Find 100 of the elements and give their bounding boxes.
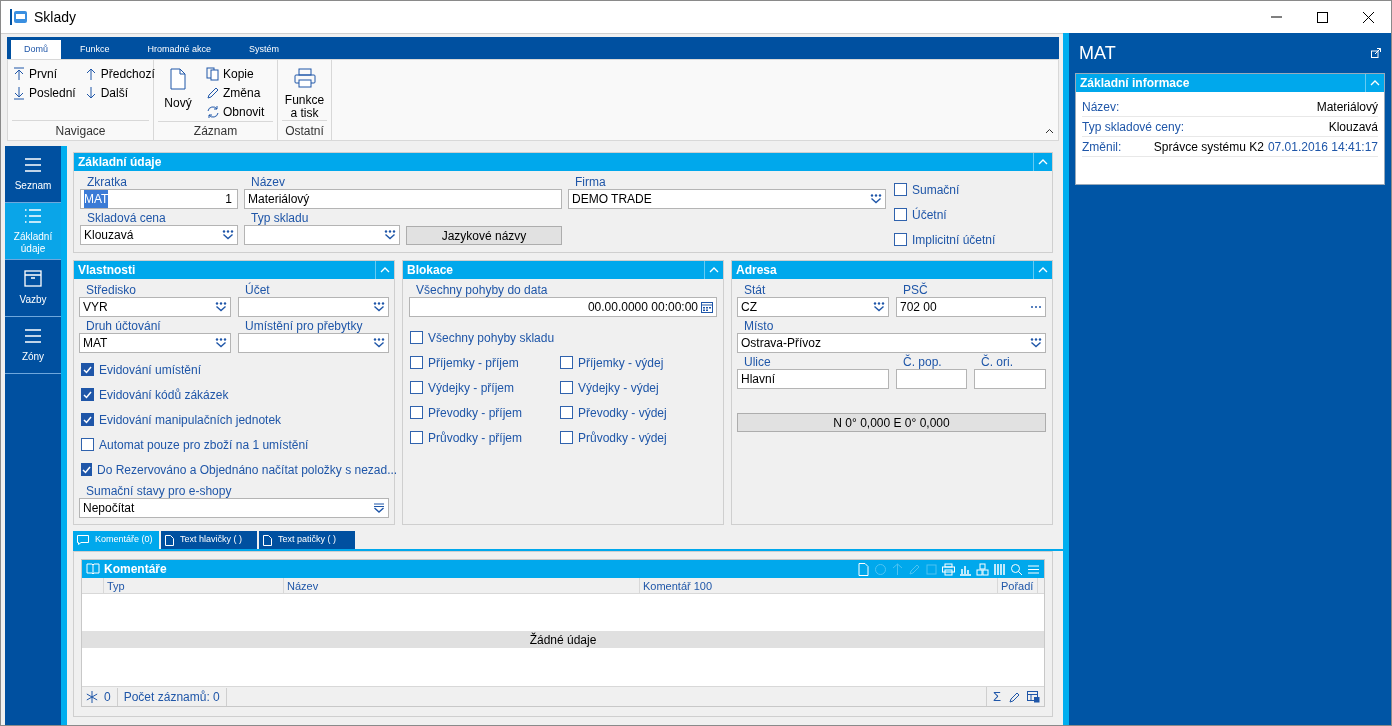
group-label: Ostatní — [285, 122, 324, 140]
dropdown-icon[interactable] — [373, 302, 385, 312]
input-field[interactable]: Hlavní — [737, 369, 889, 389]
checkbox[interactable] — [894, 233, 907, 246]
checkbox-label[interactable]: Průvodky - příjem — [428, 428, 523, 447]
input-field[interactable] — [896, 369, 967, 389]
input-field[interactable]: CZ — [737, 297, 889, 317]
input-field[interactable] — [238, 297, 389, 317]
checkbox[interactable] — [560, 406, 573, 419]
calendar-icon[interactable] — [701, 301, 713, 313]
sum-button[interactable]: Σ — [985, 686, 1001, 707]
input-field[interactable]: MAT — [79, 333, 231, 353]
checkbox[interactable] — [81, 388, 94, 401]
field-label: Stát — [743, 283, 767, 297]
checkbox-label[interactable]: Evidování umístění — [99, 360, 202, 379]
checkbox-label[interactable]: Převodky - příjem — [428, 403, 523, 422]
input-field[interactable] — [238, 333, 389, 353]
document-icon — [170, 68, 186, 90]
language-names-button[interactable]: Jazykové názvy — [406, 226, 562, 245]
tab[interactable]: Text patičky ( ) — [259, 531, 355, 549]
ribbon-button[interactable]: Kopie — [206, 64, 265, 83]
column-header[interactable]: Typ — [104, 578, 284, 593]
pencil-icon — [206, 85, 220, 100]
top-arrow-icon — [12, 66, 26, 81]
input-field[interactable]: DEMO TRADE — [568, 189, 886, 209]
field-label: Typ skladu — [250, 211, 310, 225]
input-field[interactable]: Nepočítat — [79, 498, 389, 518]
section-title: Adresa — [735, 262, 777, 279]
tab[interactable]: Text hlavičky ( ) — [161, 531, 257, 549]
input-field[interactable] — [244, 225, 400, 245]
ribbon-button[interactable]: Další — [83, 83, 155, 102]
checkbox-label[interactable]: Výdejky - výdej — [578, 378, 659, 397]
checkbox-label[interactable]: Do Rezervováno a Objednáno načítat položky s nezad... — [97, 460, 398, 479]
print-button[interactable]: Funkce a tisk — [282, 64, 327, 120]
ribbon-button[interactable]: Předchozí — [83, 64, 155, 83]
input-field[interactable]: Materiálový — [244, 189, 562, 209]
checkbox-label[interactable]: Automat pouze pro zboží na 1 umístění — [99, 435, 309, 454]
dropdown-icon[interactable] — [222, 230, 234, 240]
checkbox-label[interactable]: Převodky - výdej — [578, 403, 667, 422]
checkbox-label[interactable]: Příjemky - příjem — [428, 353, 519, 372]
column-header[interactable]: Pořadí — [998, 578, 1038, 593]
checkbox-label[interactable]: Implicitní účetní — [912, 230, 996, 249]
checkbox[interactable] — [410, 331, 423, 344]
checkbox[interactable] — [410, 356, 423, 369]
dropdown-icon[interactable] — [384, 230, 396, 240]
dropdown-icon[interactable] — [373, 503, 385, 513]
popout-icon[interactable] — [1371, 48, 1381, 58]
checkbox[interactable] — [410, 431, 423, 444]
document-icon[interactable] — [857, 562, 870, 576]
checkbox[interactable] — [81, 463, 92, 476]
checkbox[interactable] — [81, 413, 94, 426]
checkbox[interactable] — [894, 183, 907, 196]
checkbox-label[interactable]: Průvodky - výdej — [578, 428, 667, 447]
checkbox[interactable] — [894, 208, 907, 221]
checkbox[interactable] — [81, 438, 94, 451]
checkbox-label[interactable]: Evidování manipulačních jednotek — [99, 410, 282, 429]
checkbox-label[interactable]: Příjemky - výdej — [578, 353, 664, 372]
group-label: Záznam — [193, 123, 238, 140]
input-field[interactable]: Ostrava-Přívoz — [737, 333, 1046, 353]
field-label: Umístění pro přebytky — [244, 319, 364, 333]
field-label: Název — [250, 175, 286, 189]
ribbon-tab[interactable]: Funkce — [67, 40, 123, 59]
dropdown-icon[interactable] — [373, 338, 385, 348]
dropdown-icon[interactable] — [873, 302, 885, 312]
checkbox-label[interactable]: Výdejky - příjem — [428, 378, 515, 397]
checkbox-label[interactable]: Evidování kódů zákázek — [99, 385, 229, 404]
checkbox[interactable] — [410, 406, 423, 419]
ribbon-button[interactable]: Poslední — [12, 83, 76, 102]
collapse-icon[interactable] — [1045, 128, 1054, 134]
input-field[interactable]: VYR — [79, 297, 231, 317]
checkbox[interactable] — [560, 431, 573, 444]
checkbox[interactable] — [560, 356, 573, 369]
menu-icon[interactable] — [1027, 562, 1040, 576]
ribbon-tab[interactable]: Domů — [11, 40, 61, 59]
gps-button[interactable]: N 0° 0,000 E 0° 0,000 — [737, 413, 1046, 432]
column-header[interactable]: Komentář 100 — [640, 578, 998, 593]
dropdown-icon[interactable] — [870, 194, 882, 204]
input-field[interactable]: 00.00.0000 00:00:00 — [409, 297, 717, 317]
ribbon-tab[interactable]: Systém — [236, 40, 293, 59]
input-field[interactable] — [974, 369, 1046, 389]
checkbox-label[interactable]: Sumační — [912, 180, 960, 199]
ribbon-button[interactable]: První — [12, 64, 76, 83]
checkbox-label[interactable]: Účetní — [912, 205, 947, 224]
checkbox[interactable] — [410, 381, 423, 394]
column-header[interactable]: Název — [284, 578, 640, 593]
checkbox[interactable] — [81, 363, 94, 376]
input-field[interactable]: 702 00 — [896, 297, 1046, 317]
ribbon-tab[interactable]: Hromadné akce — [134, 40, 225, 59]
checkbox-label[interactable]: Všechny pohyby skladu — [428, 328, 555, 347]
new-button[interactable]: Nový — [158, 64, 198, 121]
checkbox[interactable] — [560, 381, 573, 394]
ribbon-button[interactable]: Změna — [206, 83, 265, 102]
input-field[interactable]: Klouzavá — [80, 225, 238, 245]
printer-icon[interactable] — [942, 562, 955, 576]
input-field[interactable]: MAT 1 — [80, 189, 238, 209]
dropdown-icon[interactable] — [215, 302, 227, 312]
ellipsis-icon[interactable] — [1030, 305, 1042, 309]
dropdown-icon[interactable] — [1030, 338, 1042, 348]
ribbon-button[interactable]: Obnovit — [206, 102, 265, 121]
dropdown-icon[interactable] — [215, 338, 227, 348]
